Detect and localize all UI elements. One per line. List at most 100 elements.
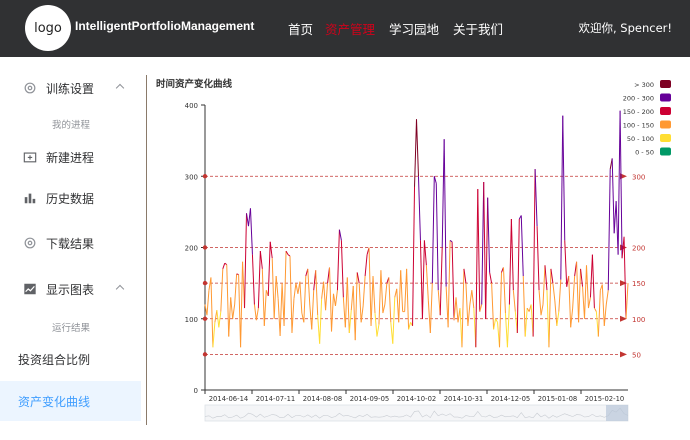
sidebar-item-history-data[interactable]: 历史数据 xyxy=(0,187,141,209)
series-segment xyxy=(366,247,370,255)
series-segment xyxy=(338,229,342,241)
sidebar-subitem-my-process[interactable]: 我的进程 xyxy=(52,117,90,131)
series-segment xyxy=(457,307,461,323)
y-tick-label: 100 xyxy=(185,316,198,324)
series-segment xyxy=(469,290,473,305)
series-segment xyxy=(566,275,570,287)
series-segment xyxy=(307,268,311,305)
series-segment xyxy=(441,139,445,248)
series-segment xyxy=(293,283,297,299)
series-segment xyxy=(396,288,400,323)
series-segment xyxy=(520,215,524,277)
series-segment xyxy=(556,311,560,326)
brand-name: IntelligentPortfolioManagement xyxy=(75,19,255,33)
nav-asset-management[interactable]: 资产管理 xyxy=(325,19,375,38)
series-segment xyxy=(368,247,372,326)
sidebar-item-new-process[interactable]: 新建进程 xyxy=(0,146,141,168)
sidebar-item-training-settings[interactable]: 训练设置 xyxy=(0,77,141,99)
series-segment xyxy=(336,229,340,291)
sidebar-subitem-run-results[interactable]: 运行结果 xyxy=(52,320,90,334)
series-segment xyxy=(439,247,443,316)
nav-home[interactable]: 首页 xyxy=(288,19,313,38)
x-tick-label: 2014-07-11 xyxy=(256,395,296,403)
series-segment xyxy=(374,313,378,337)
series-segment xyxy=(451,241,455,321)
x-tick-label: 2015-01-08 xyxy=(538,395,578,403)
series-segment xyxy=(467,304,471,326)
series-segment xyxy=(416,119,419,177)
logo[interactable]: logo xyxy=(25,5,71,51)
series-segment xyxy=(406,268,410,330)
series-segment xyxy=(354,272,358,341)
series-segment xyxy=(465,283,469,326)
sidebar-item-label: 历史数据 xyxy=(46,191,95,206)
series-segment xyxy=(483,181,487,319)
series-segment xyxy=(251,254,255,305)
series-segment xyxy=(538,290,542,316)
series-segment xyxy=(433,176,437,184)
series-segment xyxy=(609,158,613,170)
series-segment xyxy=(220,268,224,312)
visual-map-label: 0 - 50 xyxy=(635,149,654,157)
visual-map-swatch xyxy=(660,80,671,88)
series-segment xyxy=(242,261,246,309)
chart-title: 时间资产变化曲线 xyxy=(156,79,233,90)
series-segment xyxy=(275,275,279,299)
series-segment xyxy=(510,218,514,291)
mark-line-start-dot xyxy=(202,174,208,179)
series-segment xyxy=(552,283,556,301)
series-segment xyxy=(427,300,431,334)
gear-icon xyxy=(24,82,36,94)
series-segment xyxy=(329,267,333,332)
series-segment xyxy=(619,110,623,259)
series-segment xyxy=(570,308,574,328)
series-segment xyxy=(315,270,319,316)
series-segment xyxy=(404,268,408,312)
y-tick-label: 400 xyxy=(185,102,198,110)
series-segment xyxy=(463,268,467,284)
series-segment xyxy=(273,275,277,319)
series-segment xyxy=(522,275,526,337)
series-segment xyxy=(228,297,232,337)
sidebar-item-download-results[interactable]: 下载结果 xyxy=(0,232,141,254)
series-segment xyxy=(501,267,504,273)
mark-line-arrow xyxy=(620,244,627,251)
series-segment xyxy=(265,290,269,297)
data-zoom-handle xyxy=(606,405,628,421)
series-segment xyxy=(554,300,558,326)
visual-map-swatch xyxy=(660,147,671,156)
series-segment xyxy=(589,254,593,298)
series-segment xyxy=(380,270,384,314)
mark-line-arrow xyxy=(620,351,627,358)
chevron-up-icon[interactable] xyxy=(115,83,125,93)
series-segment xyxy=(388,277,392,323)
series-segment xyxy=(257,251,261,309)
series-segment xyxy=(319,298,323,344)
chevron-up-icon[interactable] xyxy=(115,284,125,294)
series-segment xyxy=(206,290,210,316)
nav-about[interactable]: 关于我们 xyxy=(453,19,503,38)
sidebar-item-asset-curve[interactable]: 资产变化曲线 xyxy=(0,381,141,421)
series-segment xyxy=(362,275,366,306)
folder-add-icon xyxy=(23,152,37,163)
series-segment xyxy=(208,277,212,291)
sidebar-item-label: 下载结果 xyxy=(46,236,95,251)
content-divider xyxy=(146,75,147,425)
series-segment xyxy=(408,322,412,330)
nav-learning[interactable]: 学习园地 xyxy=(389,19,439,38)
series-segment xyxy=(453,297,457,321)
mark-line-label: 150 xyxy=(632,280,645,288)
series-segment xyxy=(246,213,249,227)
series-segment xyxy=(593,307,597,312)
sidebar-item-show-charts[interactable]: 显示图表 xyxy=(0,278,141,300)
series-segment xyxy=(546,290,550,348)
series-segment xyxy=(281,283,285,326)
x-tick-label: 2014-06-14 xyxy=(209,395,249,403)
visual-map-swatch xyxy=(660,134,671,142)
series-segment xyxy=(477,189,481,312)
series-segment xyxy=(508,218,512,305)
top-header: logo IntelligentPortfolioManagement 首页 资… xyxy=(0,0,690,57)
series-segment xyxy=(487,197,491,273)
sidebar-item-portfolio-ratio[interactable]: 投资组合比例 xyxy=(0,348,141,370)
series-segment xyxy=(331,293,334,332)
